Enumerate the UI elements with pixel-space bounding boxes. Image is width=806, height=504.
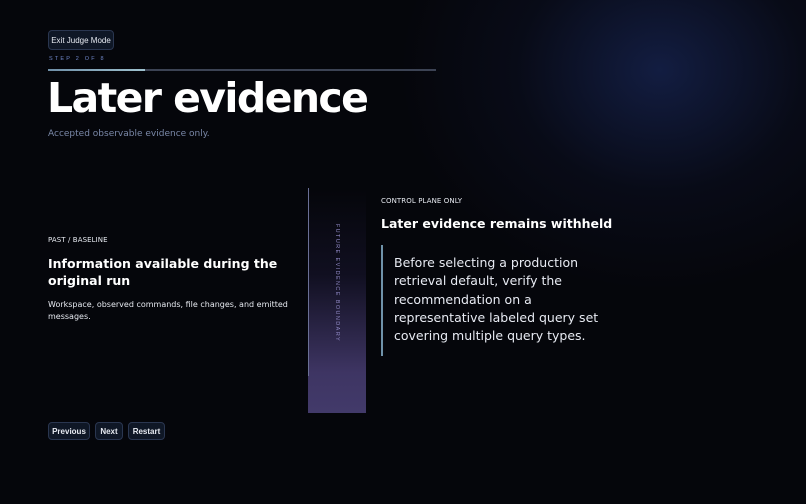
past-section-label: PAST / BASELINE — [48, 236, 108, 244]
page-subtitle: Accepted observable evidence only. — [48, 129, 210, 139]
progress-bar — [48, 69, 436, 71]
next-button[interactable]: Next — [95, 422, 123, 440]
control-section-heading: Later evidence remains withheld — [381, 216, 613, 231]
evidence-boundary-label: FUTURE EVIDENCE BOUNDARY — [334, 223, 340, 343]
page-title: Later evidence — [47, 74, 369, 122]
past-section-description: Workspace, observed commands, file chang… — [48, 300, 288, 321]
evidence-boundary-line — [308, 188, 309, 376]
control-section-label: CONTROL PLANE ONLY — [381, 197, 463, 205]
quote-accent-bar — [381, 245, 383, 356]
restart-button[interactable]: Restart — [128, 422, 165, 440]
past-section-heading: Information available during the origina… — [48, 256, 278, 288]
previous-button[interactable]: Previous — [48, 422, 90, 440]
exit-judge-mode-button[interactable]: Exit Judge Mode — [48, 30, 114, 50]
progress-bar-fill — [48, 69, 145, 71]
step-indicator: STEP 2 OF 8 — [49, 56, 106, 62]
withheld-evidence-quote: Before selecting a production retrieval … — [394, 255, 599, 344]
